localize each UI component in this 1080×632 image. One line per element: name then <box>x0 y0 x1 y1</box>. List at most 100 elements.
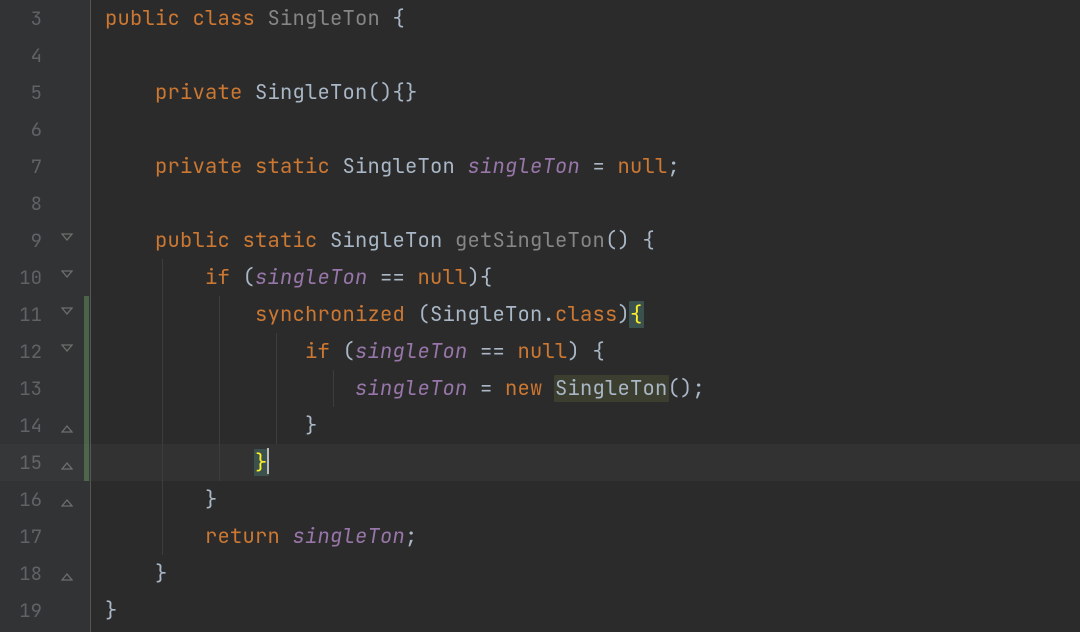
token-brace: } <box>105 597 118 624</box>
code-editor[interactable]: 345678910111213141516171819 public class… <box>0 0 1080 632</box>
indent-guide <box>162 518 163 555</box>
token-kw: null <box>418 264 468 291</box>
indent-guide <box>219 444 220 481</box>
indent-guide <box>162 481 163 518</box>
token-kw: public <box>105 5 193 32</box>
token-id: SingleTon <box>255 79 368 106</box>
vcs-change-bar <box>84 0 90 632</box>
line-number: 13 <box>0 370 56 407</box>
token-kw: if <box>305 338 343 365</box>
code-line[interactable]: if (singleTon == null) { <box>91 333 1080 370</box>
token-punct: ( <box>243 264 256 291</box>
token-kw: static <box>255 153 343 180</box>
indent-whitespace <box>105 560 155 587</box>
code-line[interactable]: private SingleTon(){} <box>91 74 1080 111</box>
fold-open-icon[interactable] <box>60 304 74 318</box>
token-punct: ( <box>418 301 431 328</box>
token-kw: class <box>555 301 618 328</box>
line-number: 8 <box>0 185 56 222</box>
line-number: 12 <box>0 333 56 370</box>
token-punct: ; <box>668 153 681 180</box>
line-number: 9 <box>0 222 56 259</box>
token-kw: private <box>155 153 255 180</box>
token-kw: return <box>205 523 293 550</box>
line-number: 7 <box>0 148 56 185</box>
code-line[interactable]: public static SingleTon getSingleTon() { <box>91 222 1080 259</box>
token-punct: . <box>543 301 556 328</box>
code-line[interactable]: return singleTon; <box>91 518 1080 555</box>
token-brace: } <box>155 560 168 587</box>
line-number: 18 <box>0 555 56 592</box>
token-punct: ) { <box>568 338 606 365</box>
code-line[interactable]: } <box>91 592 1080 629</box>
token-id: SingleTon <box>330 227 455 254</box>
line-number: 4 <box>0 37 56 74</box>
code-line[interactable]: } <box>91 407 1080 444</box>
code-line[interactable]: } <box>91 555 1080 592</box>
token-punct: == <box>468 338 518 365</box>
token-punct: ( <box>343 338 356 365</box>
token-mname: getSingleTon <box>455 227 605 254</box>
indent-whitespace <box>105 264 205 291</box>
line-number: 5 <box>0 74 56 111</box>
token-kw: synchronized <box>255 301 418 328</box>
indent-whitespace <box>105 486 205 513</box>
indent-guide <box>219 333 220 370</box>
token-kw: private <box>155 79 255 106</box>
indent-whitespace <box>105 375 355 402</box>
token-id: SingleTon <box>343 153 468 180</box>
indent-guide <box>162 333 163 370</box>
indent-guide <box>219 370 220 407</box>
line-number: 10 <box>0 259 56 296</box>
code-line[interactable] <box>91 111 1080 148</box>
token-field: singleTon <box>468 153 581 180</box>
line-number: 3 <box>0 0 56 37</box>
token-punct: == <box>368 264 418 291</box>
fold-open-icon[interactable] <box>60 267 74 281</box>
code-line[interactable] <box>91 37 1080 74</box>
token-field: singleTon <box>355 338 468 365</box>
indent-whitespace <box>105 338 305 365</box>
token-punct: ; <box>405 523 418 550</box>
token-id: SingleTon <box>430 301 543 328</box>
token-kw: static <box>243 227 331 254</box>
indent-whitespace <box>105 79 155 106</box>
token-hl-brace: { <box>629 301 644 328</box>
line-number: 11 <box>0 296 56 333</box>
code-line[interactable]: synchronized (SingleTon.class){ <box>91 296 1080 333</box>
indent-guide <box>162 407 163 444</box>
token-kw: if <box>205 264 243 291</box>
token-hl-word: SingleTon <box>554 375 669 402</box>
token-punct: () { <box>605 227 655 254</box>
indent-whitespace <box>105 523 205 550</box>
code-line[interactable]: if (singleTon == null){ <box>91 259 1080 296</box>
fold-close-icon[interactable] <box>60 496 74 510</box>
fold-open-icon[interactable] <box>60 341 74 355</box>
indent-whitespace <box>105 227 155 254</box>
token-punct: (){} <box>368 79 418 106</box>
indent-guide <box>333 370 334 407</box>
token-kw: class <box>193 5 268 32</box>
token-brace: } <box>305 412 318 439</box>
code-line[interactable]: } <box>91 444 1080 481</box>
code-line[interactable]: } <box>91 481 1080 518</box>
indent-whitespace <box>105 449 255 476</box>
indent-guide <box>219 296 220 333</box>
token-field: singleTon <box>355 375 468 402</box>
line-number: 14 <box>0 407 56 444</box>
fold-gutter[interactable] <box>56 0 84 632</box>
code-line[interactable]: singleTon = new SingleTon(); <box>91 370 1080 407</box>
indent-guide <box>276 370 277 407</box>
code-area[interactable]: public class SingleTon { private SingleT… <box>91 0 1080 632</box>
token-kw: null <box>618 153 668 180</box>
code-line[interactable]: private static SingleTon singleTon = nul… <box>91 148 1080 185</box>
line-number: 6 <box>0 111 56 148</box>
token-mname: SingleTon <box>268 5 393 32</box>
fold-open-icon[interactable] <box>60 230 74 244</box>
code-line[interactable] <box>91 185 1080 222</box>
indent-guide <box>162 370 163 407</box>
fold-close-icon[interactable] <box>60 422 74 436</box>
indent-guide <box>162 259 163 296</box>
fold-close-icon[interactable] <box>60 570 74 584</box>
code-line[interactable]: public class SingleTon { <box>91 0 1080 37</box>
